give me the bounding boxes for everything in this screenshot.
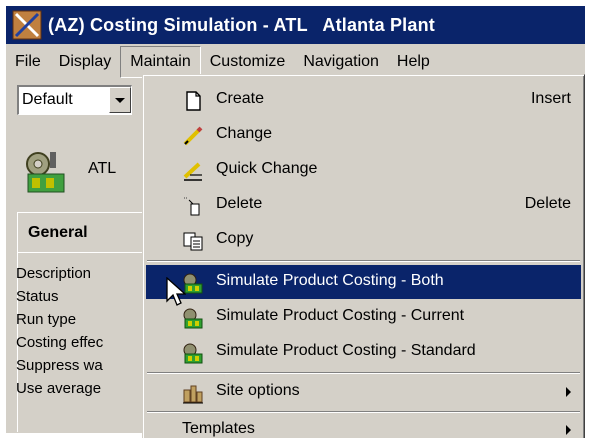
- menu-separator: [147, 260, 580, 262]
- simulate-icon: [183, 308, 203, 329]
- field-label: Costing effec: [16, 334, 104, 351]
- menu-item-templates[interactable]: Templates: [146, 413, 581, 438]
- plant-code: ATL: [88, 160, 117, 177]
- field-label: Description: [16, 265, 92, 282]
- layout-select-value: Default: [22, 91, 73, 108]
- menu-item-simulate-standard[interactable]: Simulate Product Costing - Standard: [146, 335, 581, 369]
- layout-select[interactable]: Default: [17, 85, 132, 115]
- menu-help[interactable]: Help: [388, 47, 439, 77]
- simulate-icon: [183, 343, 203, 364]
- title-bar[interactable]: (AZ) Costing Simulation - ATL Atlanta Pl…: [6, 6, 585, 44]
- menu-customize[interactable]: Customize: [201, 47, 295, 77]
- menu-item-quick-change[interactable]: Quick Change: [146, 153, 581, 187]
- menu-item-change[interactable]: Change: [146, 118, 581, 152]
- field-label: Status: [16, 288, 59, 305]
- menu-navigation[interactable]: Navigation: [294, 47, 388, 77]
- change-icon: [183, 126, 203, 146]
- general-fields: Description Status Run type Costing effe…: [16, 262, 144, 400]
- dropdown-arrow-icon[interactable]: [109, 87, 131, 113]
- plant-icon: [26, 152, 65, 193]
- copy-icon: [183, 232, 203, 251]
- field-label: Run type: [16, 311, 77, 328]
- site-options-icon: [183, 385, 203, 404]
- menu-item-delete[interactable]: Delete Delete: [146, 188, 581, 222]
- window-title: (AZ) Costing Simulation - ATL Atlanta Pl…: [48, 14, 435, 35]
- field-label: Suppress wa: [16, 357, 103, 374]
- menu-item-site-options[interactable]: Site options: [146, 375, 581, 409]
- menu-item-copy[interactable]: Copy: [146, 223, 581, 257]
- maintain-dropdown-menu: Create Insert Change Quick Change Delete…: [142, 74, 585, 438]
- app-icon: [12, 10, 42, 40]
- menu-item-simulate-both[interactable]: Simulate Product Costing - Both: [146, 265, 581, 299]
- menu-item-create[interactable]: Create Insert: [146, 83, 581, 117]
- mouse-cursor-icon: [166, 277, 186, 306]
- menu-item-simulate-current[interactable]: Simulate Product Costing - Current: [146, 300, 581, 334]
- tab-general[interactable]: General: [17, 212, 147, 252]
- submenu-arrow-icon: [566, 425, 571, 435]
- create-icon: [186, 91, 201, 111]
- quick-change-icon: [183, 162, 202, 181]
- menu-file[interactable]: File: [6, 47, 50, 77]
- field-label: Use average: [16, 380, 102, 397]
- delete-icon: [184, 197, 200, 216]
- menu-separator: [147, 372, 580, 374]
- submenu-arrow-icon: [566, 387, 571, 397]
- menu-display[interactable]: Display: [50, 47, 120, 77]
